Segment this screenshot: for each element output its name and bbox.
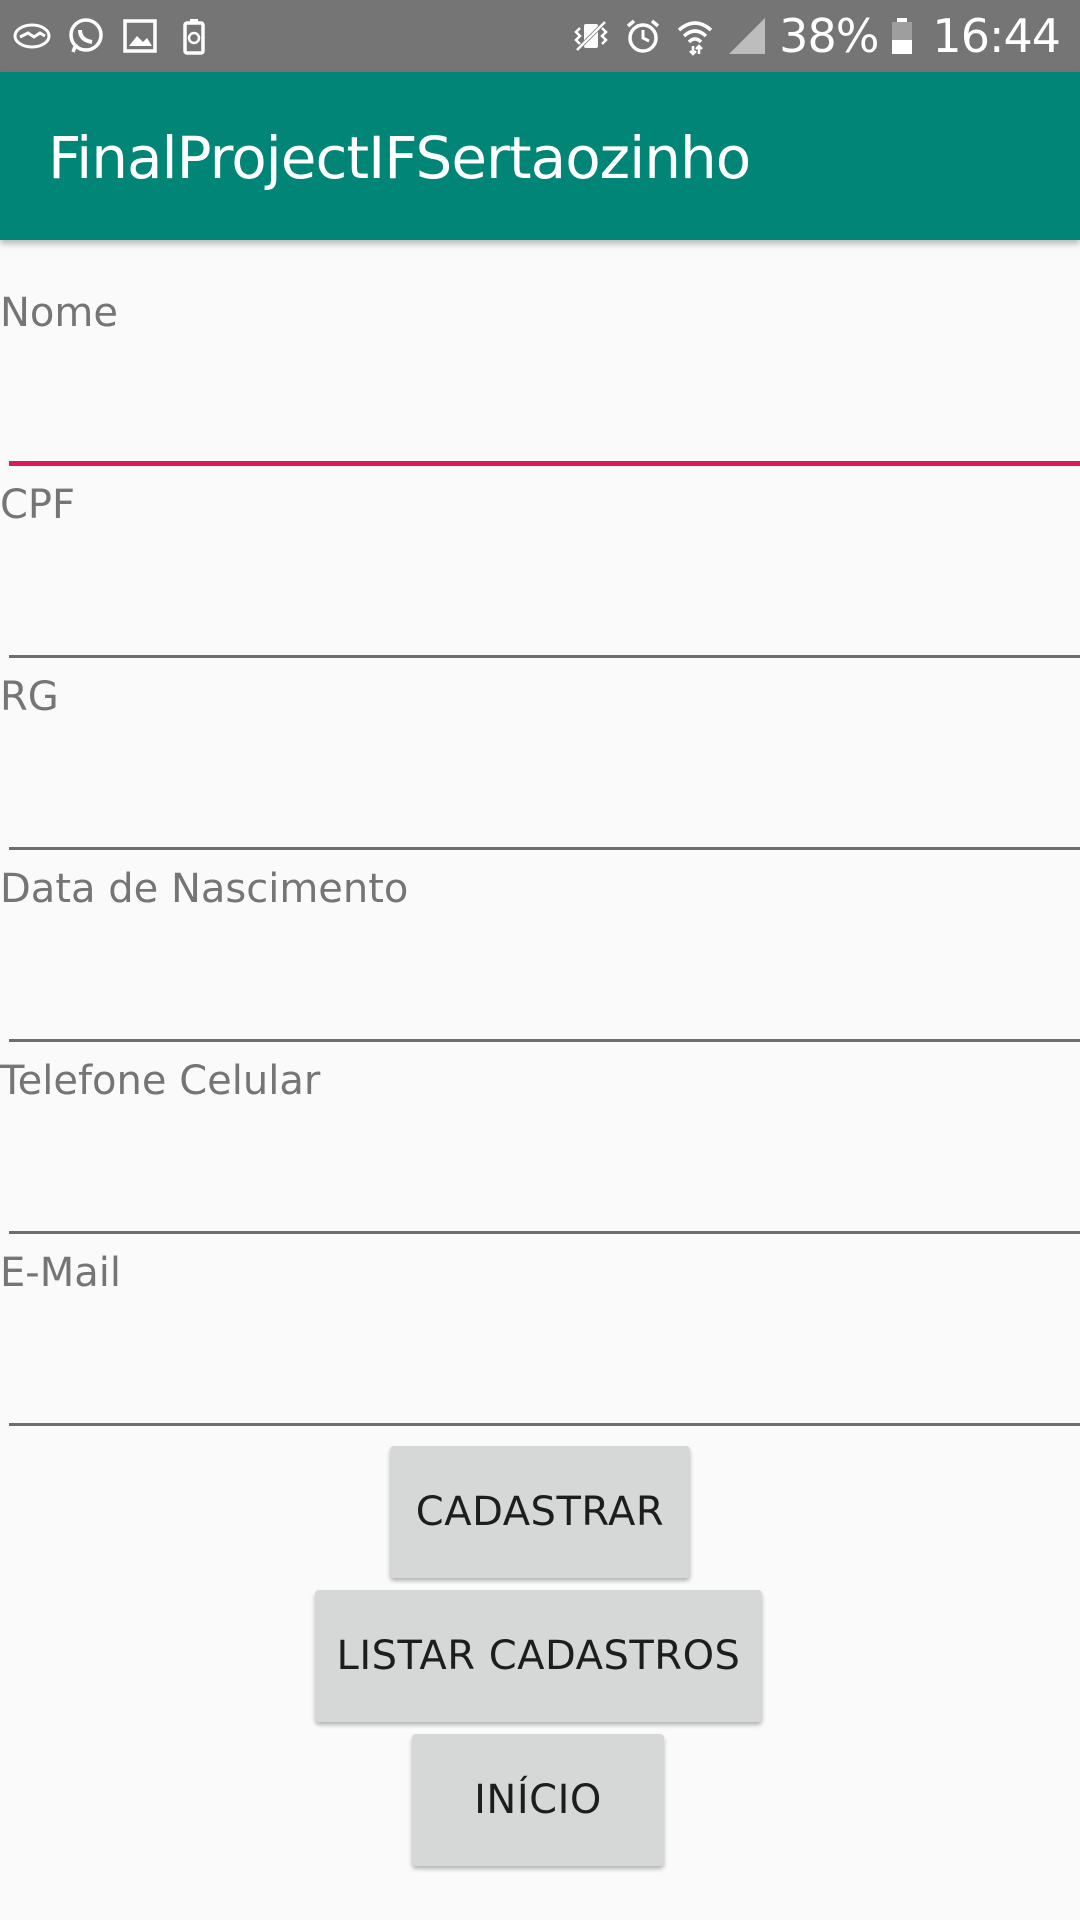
status-time: 16:44 [932,9,1061,63]
battery-percent: 38% [779,9,879,63]
battery-saver-icon [174,16,214,56]
app-title: FinalProjectIFSertaozinho [48,124,751,192]
vibrate-icon [571,16,611,56]
status-bar-right: 38% 16:44 [571,8,1061,64]
data-nascimento-field: Data de Nascimento [0,866,1080,1058]
email-field: E-Mail [0,1250,1080,1442]
status-bar: 38% 16:44 [0,0,1080,72]
rg-label: RG [0,674,59,720]
battery-icon [890,16,914,56]
telefone-label: Telefone Celular [0,1058,321,1104]
inicio-button[interactable]: INÍCIO [412,1734,664,1866]
handshake-icon [12,16,52,56]
cpf-label: CPF [0,482,76,528]
rg-field: RG [0,674,1080,866]
telefone-input[interactable] [9,1118,1080,1234]
email-label: E-Mail [0,1250,121,1296]
gallery-icon [120,16,160,56]
telefone-field: Telefone Celular [0,1058,1080,1250]
email-input[interactable] [9,1310,1080,1426]
status-bar-left [12,12,214,60]
app-bar: FinalProjectIFSertaozinho [0,72,1080,240]
data-nascimento-label: Data de Nascimento [0,866,409,912]
rg-input[interactable] [9,734,1080,850]
whatsapp-icon [66,16,106,56]
alarm-icon [623,16,663,56]
cpf-field: CPF [0,482,1080,674]
cadastrar-button[interactable]: CADASTRAR [390,1446,690,1578]
listar-cadastros-button[interactable]: LISTAR CADASTROS [315,1590,762,1722]
nome-input[interactable] [9,350,1080,466]
nome-label: Nome [0,290,118,336]
signal-icon [727,16,767,56]
data-nascimento-input[interactable] [9,926,1080,1042]
wifi-icon [675,16,715,56]
cpf-input[interactable] [9,542,1080,658]
nome-field: Nome [0,290,1080,482]
